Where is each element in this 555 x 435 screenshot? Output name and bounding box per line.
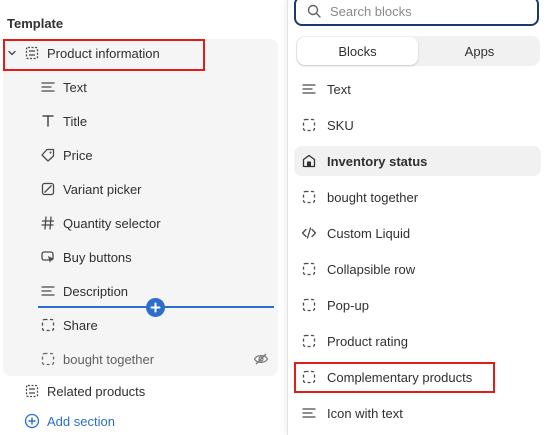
block-label: Quantity selector <box>63 215 161 231</box>
block-item-price[interactable]: Price <box>40 141 93 169</box>
block-option-label: Complementary products <box>327 369 473 385</box>
search-icon <box>307 4 321 18</box>
block-option-bought-together[interactable]: bought together <box>294 182 541 212</box>
cursor-click-icon <box>40 249 56 265</box>
template-panel: Template Product information Text Title … <box>0 0 287 435</box>
block-option-label: SKU <box>327 117 354 133</box>
block-option-label: Custom Liquid <box>327 225 411 241</box>
insert-block-button[interactable] <box>146 298 165 317</box>
block-option-pop-up[interactable]: Pop-up <box>294 290 541 320</box>
dashed-square-icon <box>301 297 317 313</box>
block-label: Price <box>63 147 93 163</box>
template-heading: Template <box>7 16 64 31</box>
section-layout-icon <box>24 383 40 399</box>
add-section-button[interactable]: Add section <box>24 407 115 435</box>
dashed-square-icon <box>301 189 317 205</box>
block-option-label: Inventory status <box>327 153 428 169</box>
block-option-label: Product rating <box>327 333 408 349</box>
inventory-icon <box>301 153 317 169</box>
block-item-share[interactable]: Share <box>40 311 98 339</box>
section-layout-icon <box>24 45 40 61</box>
block-option-collapsible-row[interactable]: Collapsible row <box>294 254 541 284</box>
add-section-label: Add section <box>47 413 115 429</box>
variant-picker-icon <box>40 181 56 197</box>
block-label: Title <box>63 113 88 129</box>
block-option-icon-with-text[interactable]: Icon with text <box>294 398 541 428</box>
code-icon <box>301 225 317 241</box>
block-label: Description <box>63 283 129 299</box>
block-tabs: Blocks Apps <box>296 36 540 66</box>
plus-icon <box>150 302 161 313</box>
block-item-title[interactable]: Title <box>40 107 87 135</box>
section-label: Product information <box>47 45 160 61</box>
block-option-label: Icon with text <box>327 405 403 421</box>
section-related-products[interactable]: Related products <box>24 377 145 405</box>
eye-slash-icon[interactable] <box>253 351 269 367</box>
section-product-information[interactable]: Product information <box>24 39 160 67</box>
block-item-buy-buttons[interactable]: Buy buttons <box>40 243 132 271</box>
block-option-text[interactable]: Text <box>294 74 541 104</box>
search-input[interactable] <box>330 3 520 19</box>
block-picker-popover: Blocks Apps Text SKU Inventory status bo… <box>287 0 555 435</box>
block-option-custom-liquid[interactable]: Custom Liquid <box>294 218 541 248</box>
section-label: Related products <box>47 383 146 399</box>
block-option-complementary-products[interactable]: Complementary products <box>294 362 541 392</box>
block-item-variant-picker[interactable]: Variant picker <box>40 175 142 203</box>
dashed-square-icon <box>40 351 56 367</box>
title-icon <box>40 113 56 129</box>
block-option-sku[interactable]: SKU <box>294 110 541 140</box>
dashed-square-icon <box>301 369 317 385</box>
text-lines-icon <box>40 79 56 95</box>
dashed-square-icon <box>301 333 317 349</box>
text-lines-icon <box>40 283 56 299</box>
block-label: Variant picker <box>63 181 142 197</box>
block-option-label: bought together <box>327 189 419 205</box>
block-label: Buy buttons <box>63 249 132 265</box>
block-label: bought together <box>63 351 155 367</box>
block-option-label: Pop-up <box>327 297 369 313</box>
block-item-text[interactable]: Text <box>40 73 87 101</box>
dashed-square-icon <box>40 317 56 333</box>
block-item-bought-together[interactable]: bought together <box>40 345 154 373</box>
plus-circle-icon <box>24 413 40 429</box>
block-item-description[interactable]: Description <box>40 277 128 305</box>
block-option-label: Collapsible row <box>327 261 416 277</box>
block-option-inventory-status[interactable]: Inventory status <box>294 146 541 176</box>
tab-apps[interactable]: Apps <box>419 36 540 66</box>
text-lines-icon <box>301 81 317 97</box>
dashed-square-icon <box>301 117 317 133</box>
block-option-label: Text <box>327 81 351 97</box>
dashed-square-icon <box>301 261 317 277</box>
search-box[interactable] <box>294 0 539 26</box>
block-label: Text <box>63 79 87 95</box>
block-item-quantity-selector[interactable]: Quantity selector <box>40 209 161 237</box>
block-option-product-rating[interactable]: Product rating <box>294 326 541 356</box>
price-tag-icon <box>40 147 56 163</box>
tab-blocks[interactable]: Blocks <box>297 37 418 65</box>
hash-icon <box>40 215 56 231</box>
text-lines-icon <box>301 405 317 421</box>
block-label: Share <box>63 317 98 333</box>
chevron-down-icon[interactable] <box>6 47 18 59</box>
